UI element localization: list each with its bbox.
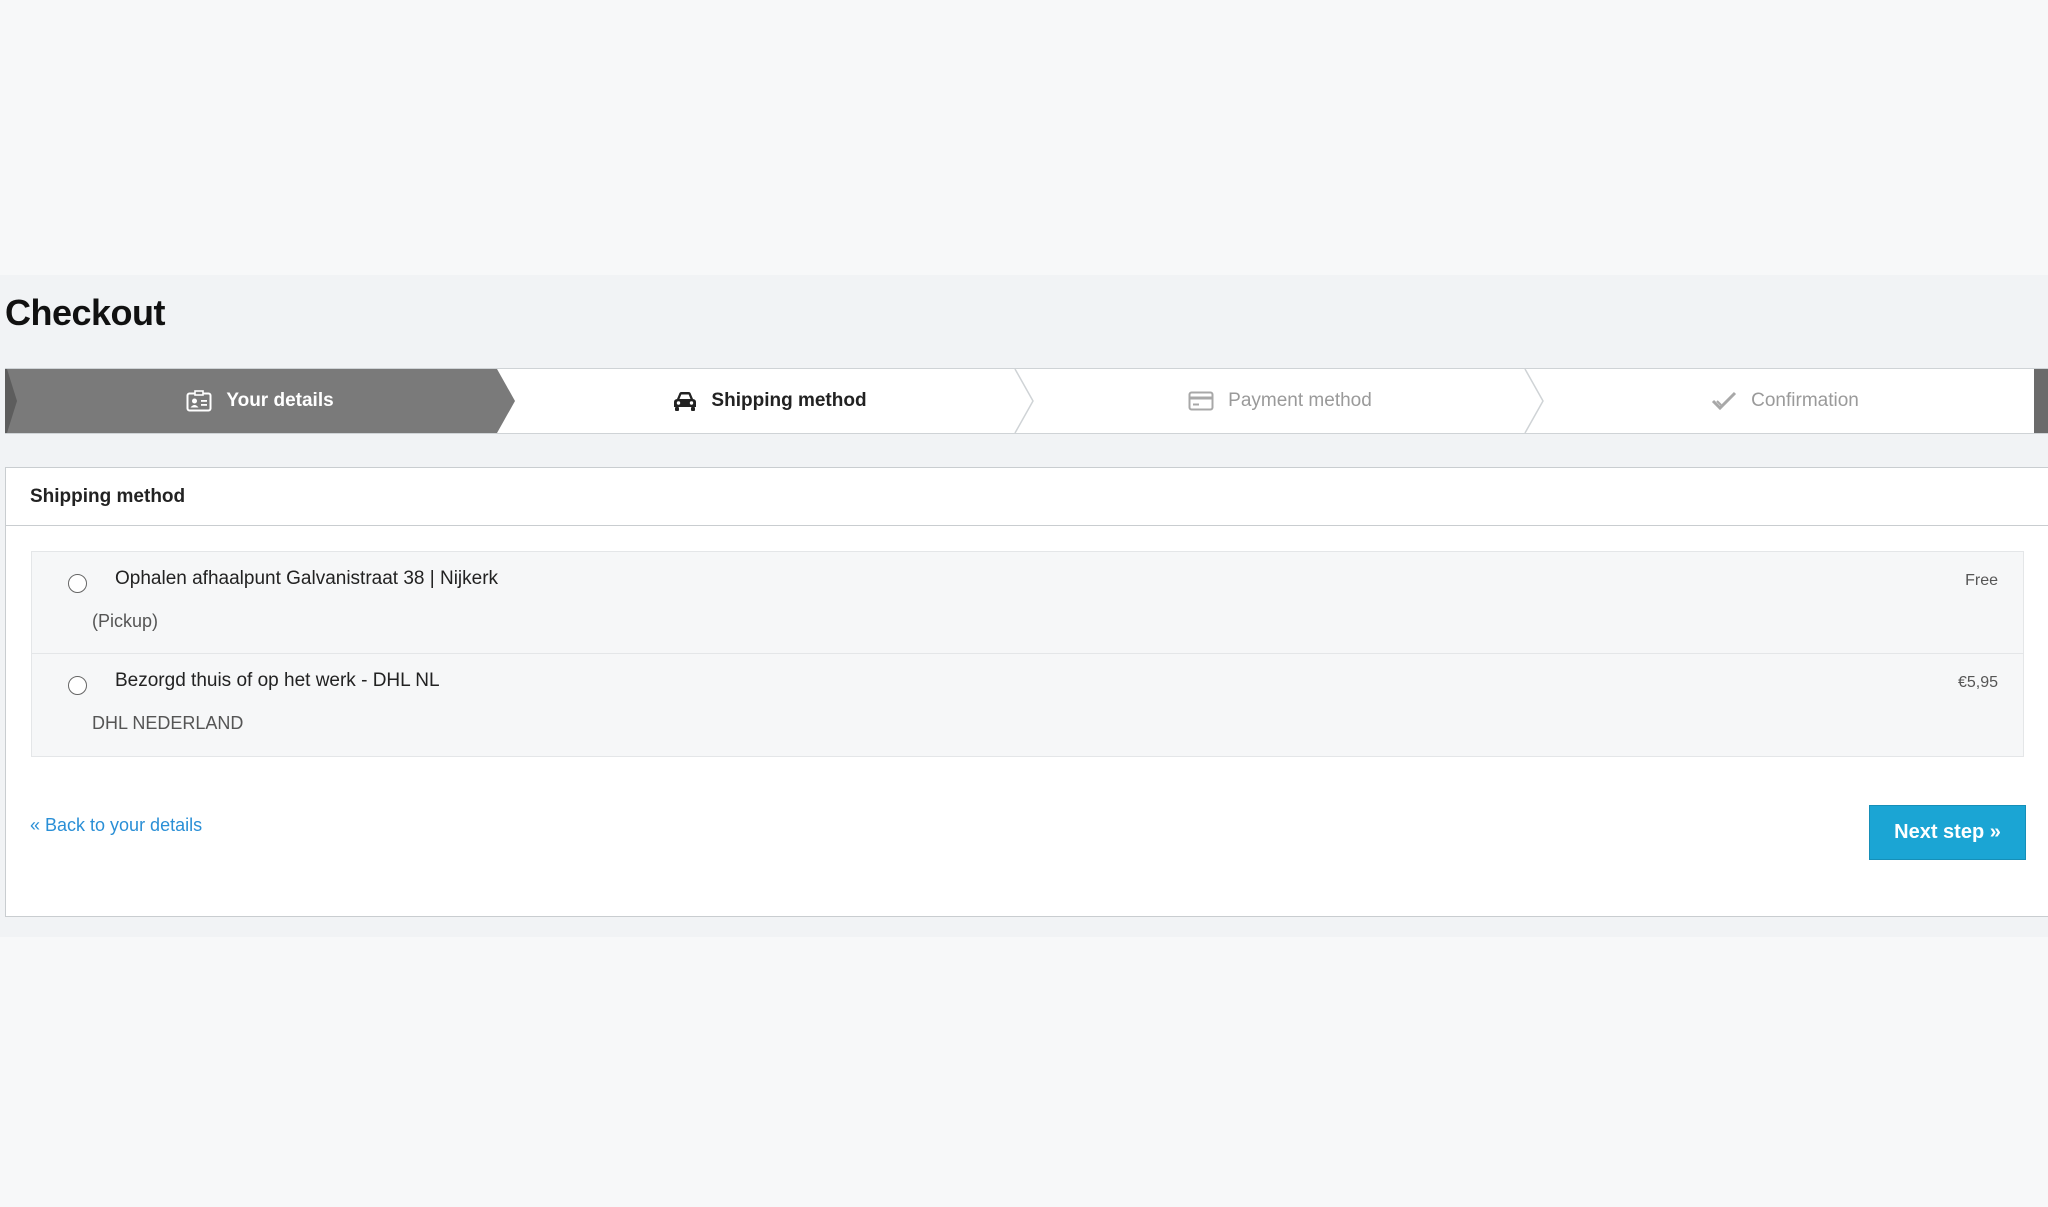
credit-card-icon: [1188, 391, 1214, 411]
step-label: Confirmation: [1751, 390, 1859, 411]
option-price: Free: [1965, 572, 1998, 589]
shipping-option-pickup[interactable]: Ophalen afhaalpunt Galvanistraat 38 | Ni…: [32, 552, 2023, 654]
step-label: Shipping method: [711, 390, 867, 411]
id-card-icon: [186, 390, 212, 412]
pickup-radio[interactable]: [68, 574, 87, 593]
shipping-options-list: Ophalen afhaalpunt Galvanistraat 38 | Ni…: [31, 551, 2024, 757]
option-title: Bezorgd thuis of op het werk - DHL NL: [115, 670, 440, 691]
shipping-option-dhl[interactable]: Bezorgd thuis of op het werk - DHL NL DH…: [32, 654, 2023, 756]
step-end-cap: [2034, 369, 2048, 433]
step-your-details[interactable]: Your details: [5, 369, 515, 433]
step-shipping-method[interactable]: Shipping method: [515, 369, 1025, 433]
dhl-radio[interactable]: [68, 676, 87, 695]
back-to-details-link[interactable]: « Back to your details: [30, 815, 202, 836]
option-title: Ophalen afhaalpunt Galvanistraat 38 | Ni…: [115, 568, 499, 589]
step-confirmation[interactable]: Confirmation: [1535, 369, 2035, 433]
option-subtitle: DHL NEDERLAND: [92, 713, 244, 733]
car-icon: [673, 390, 697, 412]
step-label: Your details: [226, 390, 334, 411]
option-price: €5,95: [1957, 674, 1998, 691]
checkout-page: Checkout Your details Shipping method Pa…: [0, 0, 2048, 1207]
checkout-steps: Your details Shipping method Payment met…: [5, 368, 2048, 434]
step-label: Payment method: [1228, 390, 1372, 411]
option-subtitle: (Pickup): [92, 611, 159, 631]
step-payment-method[interactable]: Payment method: [1025, 369, 1535, 433]
page-title: Checkout: [5, 292, 166, 333]
checkmark-icon: [1711, 391, 1737, 411]
next-step-button[interactable]: Next step »: [1869, 805, 2026, 860]
panel-heading: Shipping method: [6, 468, 2048, 526]
shipping-method-panel: Shipping method Ophalen afhaalpunt Galva…: [5, 467, 2048, 917]
